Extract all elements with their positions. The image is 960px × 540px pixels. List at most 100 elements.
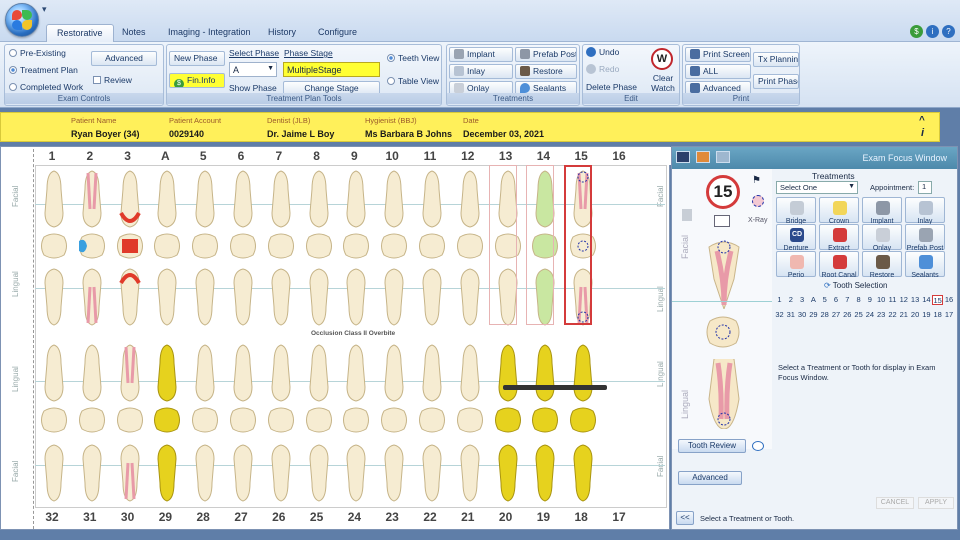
implant-button[interactable]: Implant bbox=[449, 47, 513, 62]
app-orb-button[interactable] bbox=[5, 3, 39, 37]
lower-tooth-facial[interactable] bbox=[341, 443, 371, 503]
tooth-select-lower[interactable]: 25 bbox=[853, 310, 864, 320]
lower-tooth-lingual[interactable] bbox=[190, 343, 220, 403]
bridge-treatment-button[interactable]: Bridge bbox=[776, 197, 816, 225]
perio-treatment-button[interactable]: Perio bbox=[776, 251, 816, 279]
upper-tooth-facial[interactable] bbox=[304, 169, 334, 229]
xray-label[interactable]: X-Ray bbox=[748, 217, 767, 224]
print-all-button[interactable]: ALL bbox=[685, 64, 751, 79]
tooth-number-bottom[interactable]: 24 bbox=[339, 510, 369, 524]
lower-tooth-occlusal[interactable] bbox=[190, 405, 220, 435]
upper-tooth-occlusal[interactable] bbox=[455, 231, 485, 261]
onlay-treatment-button[interactable]: Onlay bbox=[862, 224, 902, 252]
prefab-post-button[interactable]: Prefab Post bbox=[515, 47, 577, 62]
lower-tooth-facial[interactable] bbox=[77, 443, 107, 503]
tooth-selection-box[interactable] bbox=[488, 165, 517, 325]
tooth-select-upper[interactable]: 8 bbox=[853, 295, 864, 305]
tab-restorative[interactable]: Restorative bbox=[46, 24, 114, 43]
tab-configure[interactable]: Configure bbox=[308, 24, 367, 42]
tooth-select-lower[interactable]: 20 bbox=[910, 310, 921, 320]
tooth-number-bottom[interactable]: 26 bbox=[264, 510, 294, 524]
teeth-view-radio[interactable]: Teeth View bbox=[387, 53, 439, 63]
lower-tooth-occlusal[interactable] bbox=[417, 405, 447, 435]
tooth-select-lower[interactable]: 27 bbox=[831, 310, 842, 320]
upper-tooth-facial[interactable] bbox=[39, 169, 69, 229]
lower-tooth-facial[interactable] bbox=[228, 443, 258, 503]
view-single-icon[interactable] bbox=[676, 151, 690, 163]
tooth-select-lower[interactable]: 22 bbox=[887, 310, 898, 320]
lower-tooth-facial[interactable] bbox=[304, 443, 334, 503]
upper-tooth-lingual[interactable] bbox=[379, 267, 409, 327]
extract-treatment-button[interactable]: Extract bbox=[819, 224, 859, 252]
inlay-treatment-button[interactable]: Inlay bbox=[905, 197, 945, 225]
focus-tooth-facial[interactable] bbox=[704, 239, 744, 309]
tooth-number-bottom[interactable]: 21 bbox=[453, 510, 483, 524]
upper-tooth-facial[interactable] bbox=[417, 169, 447, 229]
print-phase-button[interactable]: Print Phase bbox=[753, 74, 799, 89]
tooth-number-bottom[interactable]: 25 bbox=[302, 510, 332, 524]
lower-tooth-facial[interactable] bbox=[379, 443, 409, 503]
tooth-number-bottom[interactable]: 29 bbox=[150, 510, 180, 524]
lower-tooth-occlusal[interactable] bbox=[530, 405, 560, 435]
tooth-number-bottom[interactable]: 28 bbox=[188, 510, 218, 524]
implant-treatment-button[interactable]: Implant bbox=[862, 197, 902, 225]
tooth-number-bottom[interactable]: 20 bbox=[491, 510, 521, 524]
lower-tooth-facial[interactable] bbox=[530, 443, 560, 503]
camera-icon[interactable] bbox=[714, 215, 730, 227]
lower-tooth-facial[interactable] bbox=[568, 443, 598, 503]
tooth-select-lower[interactable]: 24 bbox=[864, 310, 875, 320]
view-color-icon[interactable] bbox=[696, 151, 710, 163]
tx-planning-button[interactable]: Tx Planning bbox=[753, 52, 799, 67]
lower-tooth-lingual[interactable] bbox=[379, 343, 409, 403]
root-canal-treatment-button[interactable]: Root Canal bbox=[819, 251, 859, 279]
upper-tooth-occlusal[interactable] bbox=[190, 231, 220, 261]
tooth-select-upper[interactable]: 5 bbox=[819, 295, 830, 305]
focus-tooth-occlusal[interactable] bbox=[706, 315, 740, 349]
lower-tooth-occlusal[interactable] bbox=[115, 405, 145, 435]
upper-tooth-occlusal[interactable] bbox=[304, 231, 334, 261]
lower-tooth-lingual[interactable] bbox=[228, 343, 258, 403]
upper-tooth-occlusal[interactable] bbox=[152, 231, 182, 261]
tooth-select-upper[interactable]: 16 bbox=[944, 295, 955, 305]
tooth-select-lower[interactable]: 26 bbox=[842, 310, 853, 320]
lower-tooth-lingual[interactable] bbox=[304, 343, 334, 403]
upper-tooth-lingual[interactable] bbox=[341, 267, 371, 327]
focus-tooth-lingual[interactable] bbox=[704, 359, 744, 429]
upper-tooth-facial[interactable] bbox=[266, 169, 296, 229]
tooth-select-upper[interactable]: 15 bbox=[932, 295, 944, 305]
upper-tooth-facial[interactable] bbox=[115, 169, 145, 229]
lower-tooth-lingual[interactable] bbox=[530, 343, 560, 403]
completed-work-radio[interactable]: Completed Work bbox=[9, 82, 83, 92]
tooth-select-lower[interactable]: 31 bbox=[785, 310, 796, 320]
quick-access-dropdown[interactable]: ▾ bbox=[42, 4, 47, 15]
cancel-button[interactable]: CANCEL bbox=[876, 497, 914, 509]
new-phase-button[interactable]: New Phase bbox=[169, 51, 225, 66]
advanced-button[interactable]: Advanced bbox=[91, 51, 157, 66]
show-phase-button[interactable]: Show Phase bbox=[229, 83, 277, 93]
select-phase-dropdown[interactable]: A ▼ bbox=[229, 62, 277, 77]
lower-tooth-lingual[interactable] bbox=[341, 343, 371, 403]
tooth-number-bottom[interactable]: 32 bbox=[37, 510, 67, 524]
lower-tooth-facial[interactable] bbox=[455, 443, 485, 503]
tooth-number-bottom[interactable]: 17 bbox=[604, 510, 634, 524]
tooth-select-lower[interactable]: 19 bbox=[921, 310, 932, 320]
tooth-selection-box[interactable] bbox=[564, 165, 593, 325]
treatment-plan-radio[interactable]: Treatment Plan bbox=[9, 65, 78, 75]
tooth-select-lower[interactable]: 18 bbox=[932, 310, 943, 320]
tab-imaging-integration[interactable]: Imaging - Integration bbox=[158, 24, 261, 42]
upper-tooth-facial[interactable] bbox=[341, 169, 371, 229]
restore-button[interactable]: Restore bbox=[515, 64, 577, 79]
phase-stage-field[interactable]: MultipleStage bbox=[283, 62, 380, 77]
lower-tooth-lingual[interactable] bbox=[152, 343, 182, 403]
advanced-focus-button[interactable]: Advanced bbox=[678, 471, 742, 485]
lower-tooth-lingual[interactable] bbox=[39, 343, 69, 403]
lower-tooth-occlusal[interactable] bbox=[152, 405, 182, 435]
apply-button[interactable]: APPLY bbox=[918, 497, 954, 509]
lower-tooth-occlusal[interactable] bbox=[77, 405, 107, 435]
upper-tooth-lingual[interactable] bbox=[417, 267, 447, 327]
upper-tooth-facial[interactable] bbox=[455, 169, 485, 229]
tooth-number-bottom[interactable]: 22 bbox=[415, 510, 445, 524]
tooth-number-bottom[interactable]: 19 bbox=[528, 510, 558, 524]
lower-tooth-lingual[interactable] bbox=[77, 343, 107, 403]
upper-tooth-lingual[interactable] bbox=[228, 267, 258, 327]
